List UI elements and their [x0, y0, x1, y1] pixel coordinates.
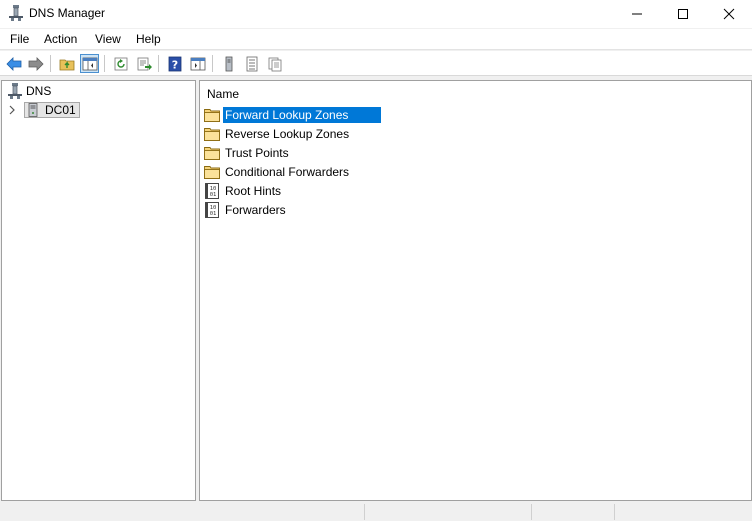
list-item-label: Trust Points	[225, 146, 289, 160]
help-button[interactable]: ?	[165, 54, 184, 73]
refresh-button[interactable]	[111, 54, 130, 73]
show-hide-action-pane-button[interactable]	[188, 54, 207, 73]
status-separator	[614, 504, 615, 520]
title-bar: DNS Manager	[0, 0, 752, 28]
toolbar: ?	[0, 51, 752, 76]
action-pane-icon	[190, 57, 205, 70]
list-item[interactable]: Reverse Lookup Zones	[204, 125, 351, 143]
server-icon	[27, 102, 39, 117]
toolbar-separator	[158, 55, 159, 72]
forward-button[interactable]	[26, 54, 45, 73]
svg-text:01: 01	[210, 192, 217, 198]
help-icon: ?	[168, 56, 181, 71]
menu-help[interactable]: Help	[136, 32, 161, 46]
show-hide-console-tree-button[interactable]	[80, 54, 99, 73]
svg-text:01: 01	[210, 211, 217, 217]
window-title: DNS Manager	[29, 6, 106, 20]
menu-view[interactable]: View	[95, 32, 121, 46]
list-item-label: Reverse Lookup Zones	[225, 127, 350, 141]
maximize-button[interactable]	[660, 0, 706, 28]
up-folder-icon	[59, 59, 74, 70]
tree-item-dns[interactable]: DNS	[8, 82, 51, 99]
list-item-label: Root Hints	[225, 184, 282, 198]
toolbar-separator	[104, 55, 105, 72]
export-list-icon	[137, 57, 152, 70]
menu-action[interactable]: Action	[44, 32, 77, 46]
list-item[interactable]: 10 01 Root Hints	[204, 182, 283, 200]
chevron-right-icon[interactable]	[8, 102, 20, 118]
minimize-button[interactable]	[614, 0, 660, 28]
list-item-label: Forwarders	[225, 203, 286, 217]
refresh-icon	[114, 57, 127, 70]
list-item[interactable]: 10 01 Forwarders	[204, 201, 288, 219]
copy-button[interactable]	[265, 54, 284, 73]
list-view-button[interactable]	[242, 54, 261, 73]
folder-icon	[204, 126, 220, 142]
menu-file[interactable]: File	[10, 32, 29, 46]
toolbar-separator	[50, 55, 51, 72]
up-one-level-button[interactable]	[57, 54, 76, 73]
folder-icon	[204, 145, 220, 161]
list-item-label: Conditional Forwarders	[225, 165, 350, 179]
dns-icon	[8, 82, 22, 99]
toolbar-separator	[212, 55, 213, 72]
minimize-icon	[632, 13, 642, 15]
export-list-button[interactable]	[134, 54, 153, 73]
binary-doc-icon: 10 01	[204, 183, 220, 199]
server-icon	[225, 56, 232, 71]
back-button[interactable]	[4, 54, 23, 73]
status-separator	[531, 504, 532, 520]
binary-doc-icon: 10 01	[204, 202, 220, 218]
list-item[interactable]: Trust Points	[204, 144, 291, 162]
column-header-name[interactable]: Name	[207, 87, 239, 101]
maximize-icon	[678, 9, 688, 19]
tree-label-dc01: DC01	[45, 102, 76, 117]
close-button[interactable]	[706, 0, 752, 28]
svg-text:?: ?	[171, 58, 177, 71]
back-arrow-icon	[5, 56, 21, 71]
server-button[interactable]	[219, 54, 238, 73]
show-hide-tree-icon	[82, 57, 97, 70]
list-item[interactable]: Forward Lookup Zones	[204, 106, 381, 124]
tree-selected-item[interactable]: DC01	[24, 101, 80, 118]
tree-item-dc01[interactable]: DC01	[8, 101, 80, 118]
status-separator	[364, 504, 365, 520]
console-tree[interactable]: DNS DC01	[1, 80, 196, 501]
menu-bar: File Action View Help	[0, 29, 752, 50]
folder-icon	[204, 107, 220, 123]
dns-app-icon	[9, 5, 23, 21]
copy-icon	[268, 57, 281, 71]
folder-icon	[204, 164, 220, 180]
close-icon	[723, 8, 735, 20]
status-bar	[0, 502, 752, 521]
forward-arrow-icon	[28, 56, 44, 71]
list-view-icon	[246, 56, 257, 71]
list-item[interactable]: Conditional Forwarders	[204, 163, 351, 181]
results-pane[interactable]: Name Forward Lookup Zones Reverse Lookup …	[199, 80, 752, 501]
tree-label-dns: DNS	[26, 83, 52, 98]
list-item-label: Forward Lookup Zones	[223, 107, 381, 123]
